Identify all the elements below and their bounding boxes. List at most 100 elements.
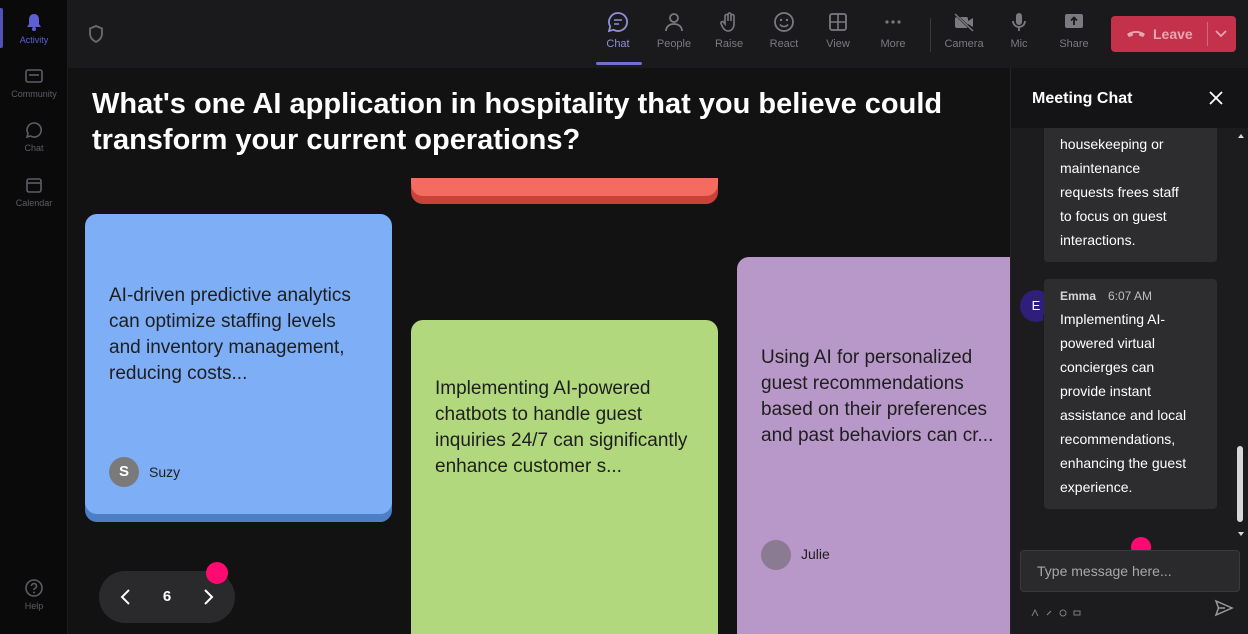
rail-item-help[interactable]: Help <box>0 578 68 611</box>
rail-item-activity[interactable]: Activity <box>0 12 68 45</box>
grid-icon <box>829 13 847 31</box>
avatar <box>761 540 791 570</box>
toolbar-button-label: People <box>656 38 692 50</box>
chat-header: Meeting Chat <box>1011 68 1248 128</box>
calendar-icon <box>26 178 42 193</box>
note-card[interactable]: AI-driven predictive analytics can optim… <box>85 214 392 514</box>
note-text: Implementing AI-powered chatbots to hand… <box>435 378 688 477</box>
share-icon <box>1065 14 1083 28</box>
message-line: powered virtual <box>1060 335 1155 351</box>
toolbar-button-label: Share <box>1059 38 1089 50</box>
chevron-down-icon[interactable] <box>1213 27 1229 41</box>
toolbar-raise-button[interactable]: Raise <box>703 10 755 60</box>
note-card-partial[interactable] <box>411 178 718 196</box>
help-icon <box>25 579 43 597</box>
message-line: housekeeping or <box>1060 136 1164 152</box>
people-icon <box>665 13 683 32</box>
message-line: provide instant <box>1060 383 1152 399</box>
rail-item-label: Calendar <box>15 198 53 208</box>
chat-message: Emma 6:07 AM Implementing AI- powered vi… <box>1044 279 1217 509</box>
chat-icon <box>25 122 42 139</box>
app-rail: Activity Community Chat Calendar Help <box>0 0 68 634</box>
note-author: Julie <box>801 546 830 562</box>
message-line: experience. <box>1060 479 1133 495</box>
whiteboard-stage: What's one AI application in hospitality… <box>68 68 1010 634</box>
rail-item-calendar[interactable]: Calendar <box>0 175 68 208</box>
toolbar-view-button[interactable]: View <box>812 10 864 60</box>
toolbar-button-label: More <box>880 38 906 50</box>
bell-icon <box>27 14 41 31</box>
note-card[interactable]: Implementing AI-powered chatbots to hand… <box>411 320 718 634</box>
toolbar-people-button[interactable]: People <box>648 10 700 60</box>
toolbar-button-label: Camera <box>944 38 984 50</box>
smile-icon <box>774 12 794 32</box>
cursor-marker <box>206 562 228 584</box>
chevron-right-icon[interactable] <box>197 586 219 608</box>
note-text: Using AI for personalized guest recommen… <box>761 347 994 446</box>
meeting-chat-panel: Meeting Chat housekeeping or maintenance… <box>1010 68 1248 634</box>
phone-hangup-icon <box>1127 31 1145 37</box>
message-line: recommendations, <box>1060 431 1176 447</box>
leave-button[interactable]: Leave <box>1111 16 1236 52</box>
avatar-initial: E <box>1031 298 1041 313</box>
message-line: maintenance <box>1060 160 1141 176</box>
emoji-icon[interactable] <box>1059 604 1067 617</box>
message-line: interactions. <box>1060 232 1136 248</box>
close-icon[interactable] <box>1207 89 1225 107</box>
toolbar-button-label: Mic <box>1010 38 1028 50</box>
scroll-down-icon[interactable] <box>1237 530 1245 538</box>
more-icon <box>885 20 901 24</box>
toolbar-more-button[interactable]: More <box>867 10 919 60</box>
question-title: What's one AI application in hospitality… <box>92 88 943 156</box>
message-line: to focus on guest <box>1060 208 1167 224</box>
format-icon[interactable] <box>1031 604 1039 617</box>
gif-icon[interactable] <box>1073 604 1081 616</box>
toolbar-chat-button[interactable]: Chat <box>592 10 644 60</box>
meeting-toolbar: Chat People Raise React View More Camera… <box>68 0 1248 68</box>
toolbar-button-label: Chat <box>606 38 630 50</box>
message-text: Implementing AI- powered virtual concier… <box>1060 307 1186 499</box>
rail-item-label: Chat <box>24 143 44 153</box>
chat-title: Meeting Chat <box>1032 90 1133 107</box>
toolbar-button-label: Raise <box>714 38 744 50</box>
message-compose-box[interactable] <box>1020 550 1240 592</box>
note-text: AI-driven predictive analytics can optim… <box>109 285 351 384</box>
message-input[interactable] <box>1021 551 1239 591</box>
toolbar-mic-button[interactable]: Mic <box>993 10 1045 60</box>
community-icon <box>25 69 43 83</box>
scroll-up-icon[interactable] <box>1237 132 1245 140</box>
toolbar-button-label: React <box>769 38 799 50</box>
shield-icon[interactable] <box>86 24 106 44</box>
rail-item-label: Activity <box>19 35 49 45</box>
hand-icon <box>720 12 735 32</box>
message-text: housekeeping or maintenance requests fre… <box>1060 132 1179 252</box>
rail-item-chat[interactable]: Chat <box>0 120 68 153</box>
chevron-left-icon[interactable] <box>115 586 137 608</box>
active-tab-underline <box>596 62 642 65</box>
scroll-thumb[interactable] <box>1237 446 1243 522</box>
message-timestamp: 6:07 AM <box>1108 289 1153 303</box>
send-icon[interactable] <box>1214 598 1234 618</box>
message-line: Implementing AI- <box>1060 311 1166 327</box>
chat-icon <box>607 12 628 33</box>
note-card[interactable]: Using AI for personalized guest recommen… <box>737 257 1010 634</box>
rail-item-community[interactable]: Community <box>0 66 68 99</box>
chat-message: housekeeping or maintenance requests fre… <box>1044 128 1217 262</box>
leave-divider <box>1207 22 1208 46</box>
message-author: Emma <box>1060 289 1097 303</box>
leave-label: Leave <box>1153 26 1193 42</box>
message-line: requests frees staff <box>1060 184 1179 200</box>
note-author: Suzy <box>149 464 181 480</box>
toolbar-react-button[interactable]: React <box>758 10 810 60</box>
message-line: concierges can <box>1060 359 1155 375</box>
toolbar-share-button[interactable]: Share <box>1048 10 1100 60</box>
message-line: assistance and local <box>1060 407 1187 423</box>
rail-item-label: Help <box>24 601 44 611</box>
rail-item-label: Community <box>11 89 57 99</box>
message-line: enhancing the guest <box>1060 455 1187 471</box>
page-number: 6 <box>162 588 172 605</box>
avatar: S <box>109 457 139 487</box>
camera-off-icon <box>954 13 974 32</box>
attach-icon[interactable] <box>1045 604 1053 616</box>
toolbar-camera-button[interactable]: Camera <box>938 10 990 60</box>
